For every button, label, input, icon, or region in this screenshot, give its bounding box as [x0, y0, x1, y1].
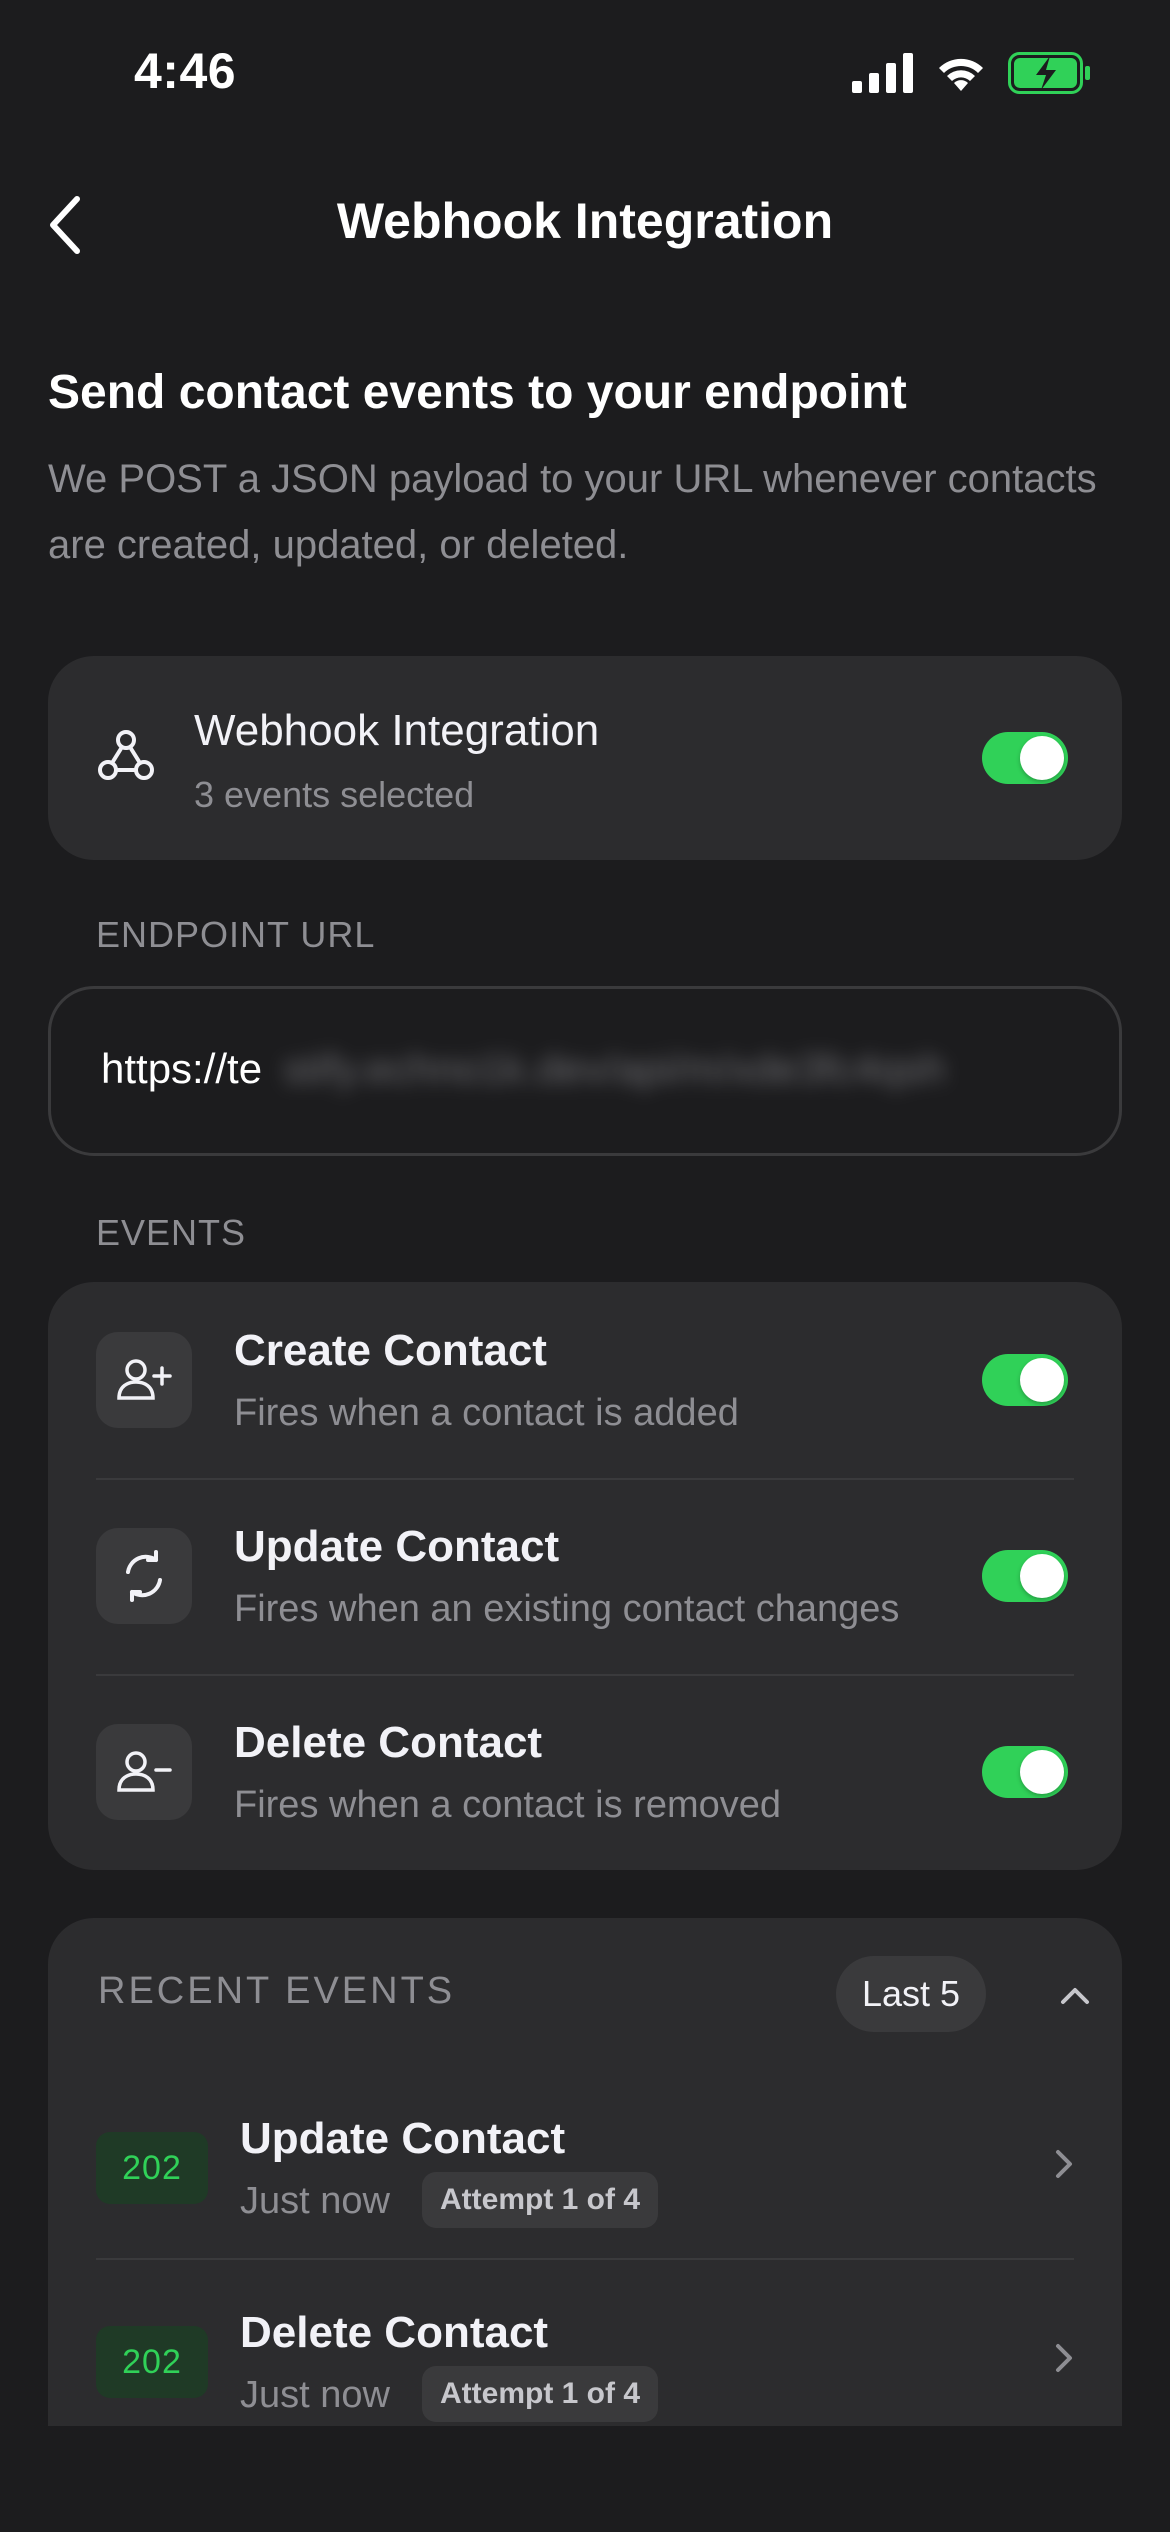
integration-toggle[interactable]	[982, 732, 1068, 784]
status-time: 4:46	[134, 43, 237, 99]
event-title: Delete Contact	[234, 1718, 543, 1767]
toggle-knob	[1020, 736, 1064, 780]
event-description: Fires when an existing contact changes	[234, 1588, 900, 1630]
status-code-badge: 202	[96, 2326, 208, 2398]
delete-contact-toggle[interactable]	[982, 1746, 1068, 1798]
toggle-knob	[1020, 1358, 1064, 1402]
battery-charging-icon	[1008, 52, 1090, 94]
url-obscured-text: stify.echno1k.dev/api/m/xde3fc4qsh	[283, 1045, 946, 1092]
chevron-right-icon	[1056, 2344, 1072, 2372]
intro-section: Send contact events to your endpoint We …	[48, 358, 1122, 578]
event-description: Fires when a contact is added	[234, 1392, 739, 1434]
signal-icon	[852, 53, 913, 93]
status-code-badge: 202	[96, 2132, 208, 2204]
chevron-right-icon	[1056, 2150, 1072, 2178]
recent-event-title: Delete Contact	[240, 2308, 549, 2357]
collapse-button[interactable]	[1050, 1970, 1100, 2020]
divider	[96, 2258, 1074, 2260]
update-contact-toggle[interactable]	[982, 1550, 1068, 1602]
webhook-icon	[98, 730, 154, 780]
integration-title: Webhook Integration	[194, 706, 600, 755]
user-plus-icon	[117, 1359, 172, 1400]
create-contact-toggle[interactable]	[982, 1354, 1068, 1406]
intro-heading: Send contact events to your endpoint	[48, 366, 907, 419]
wifi-icon	[939, 58, 983, 91]
event-title: Update Contact	[234, 1522, 560, 1571]
recent-event-row[interactable]: 202 Delete Contact Just now Attempt 1 of…	[48, 2262, 1122, 2452]
events-card: Create Contact Fires when a contact is a…	[48, 1282, 1122, 1870]
url-visible-text: https://te	[101, 1045, 263, 1092]
event-icon-box	[96, 1528, 192, 1624]
toggle-knob	[1020, 1554, 1064, 1598]
status-bar: 4:46	[0, 0, 1170, 140]
recent-events-label: RECENT EVENTS	[98, 1970, 456, 2012]
integration-subtitle: 3 events selected	[194, 774, 475, 815]
event-icon-box	[96, 1332, 192, 1428]
endpoint-label: ENDPOINT URL	[96, 914, 376, 955]
page-title: Webhook Integration	[336, 193, 834, 249]
recent-event-row[interactable]: 202 Update Contact Just now Attempt 1 of…	[48, 2068, 1122, 2258]
chevron-up-icon	[1061, 1988, 1089, 2004]
toggle-knob	[1020, 1750, 1064, 1794]
integration-card: Webhook Integration 3 events selected	[48, 656, 1122, 860]
events-label: EVENTS	[96, 1212, 247, 1253]
endpoint-url-input[interactable]: https://te stify.echno1k.dev/api/m/xde3f…	[48, 986, 1122, 1156]
user-minus-icon	[117, 1751, 172, 1792]
recent-event-time: Just now	[240, 2374, 390, 2416]
event-icon-box	[96, 1724, 192, 1820]
recent-event-title: Update Contact	[240, 2114, 566, 2163]
bottom-safe-area	[0, 2426, 1170, 2532]
event-row-create: Create Contact Fires when a contact is a…	[48, 1282, 1122, 1478]
nav-bar: Webhook Integration	[0, 170, 1170, 280]
event-row-update: Update Contact Fires when an existing co…	[48, 1478, 1122, 1674]
attempt-badge: Attempt 1 of 4	[422, 2366, 659, 2422]
refresh-icon	[126, 1550, 162, 1602]
attempt-badge: Attempt 1 of 4	[422, 2172, 659, 2228]
recent-event-time: Just now	[240, 2180, 390, 2222]
event-title: Create Contact	[234, 1326, 547, 1375]
status-icons	[852, 52, 1092, 94]
intro-description: We POST a JSON payload to your URL whene…	[48, 457, 1097, 567]
event-row-delete: Delete Contact Fires when a contact is r…	[48, 1674, 1122, 1870]
recent-filter-pill[interactable]: Last 5	[836, 1956, 987, 2032]
event-description: Fires when a contact is removed	[234, 1784, 782, 1826]
screen: 4:46 Webhook Integration Send contact ev…	[0, 0, 1170, 2532]
